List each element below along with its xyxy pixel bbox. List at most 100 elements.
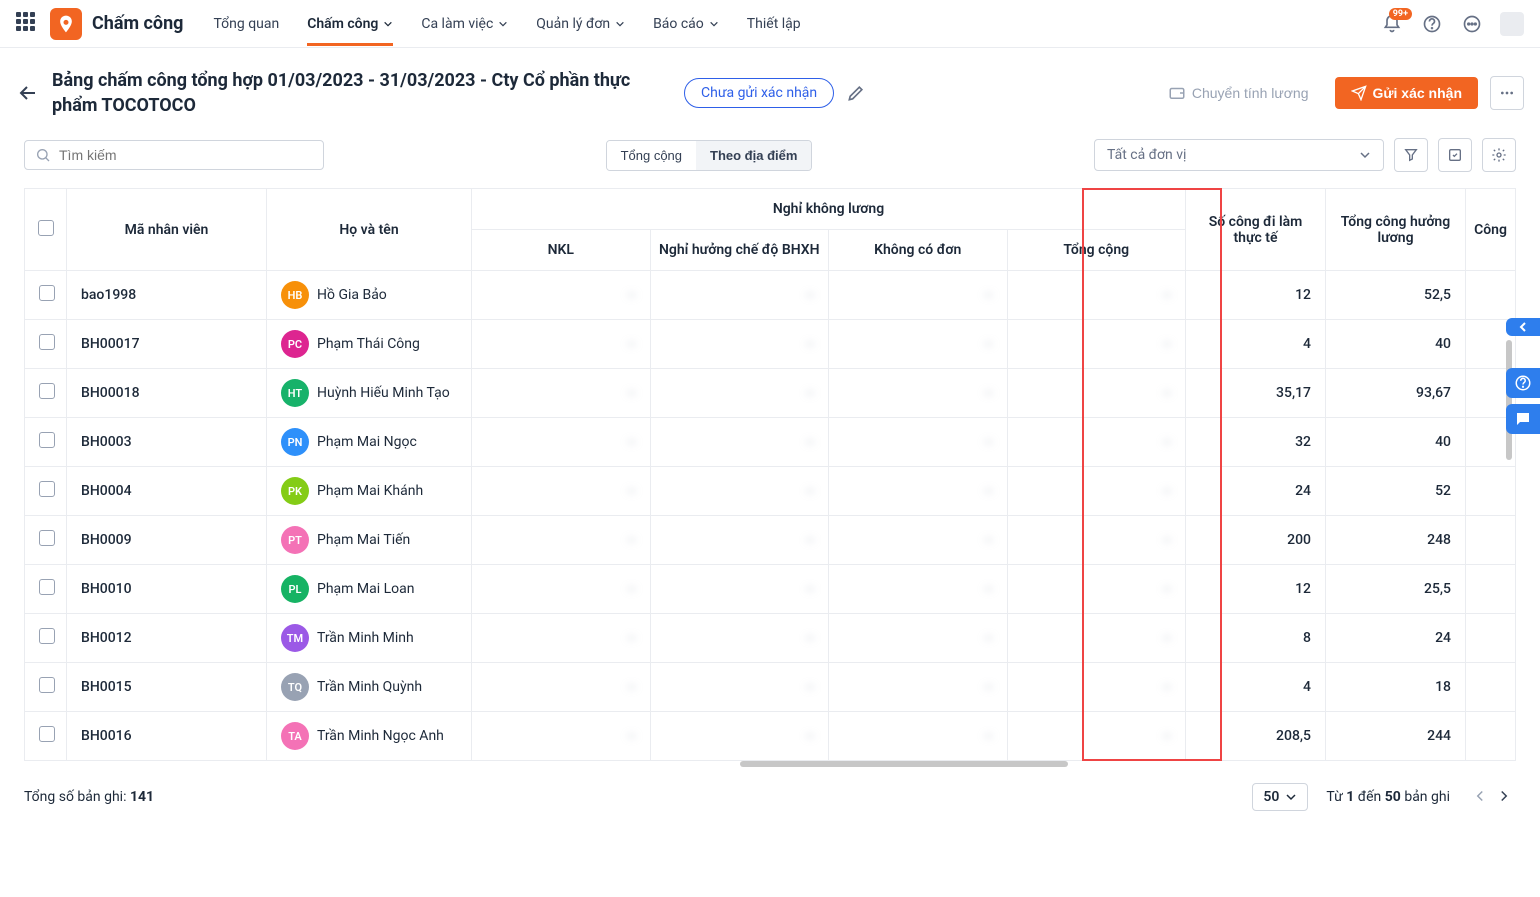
nav-overview[interactable]: Tổng quan: [213, 2, 279, 46]
row-checkbox[interactable]: [39, 677, 55, 693]
send-confirm-button[interactable]: Gửi xác nhận: [1335, 77, 1479, 109]
header-bhxh: Nghỉ hưởng chế độ BHXH: [650, 230, 829, 271]
avatar[interactable]: [1500, 12, 1524, 36]
table-row[interactable]: BH0015 TQ Trần Minh Quỳnh -- -- -- -- 4 …: [25, 663, 1516, 712]
row-checkbox-cell: [25, 418, 67, 467]
side-chat-button[interactable]: [1506, 404, 1540, 434]
bhxh-cell: --: [650, 565, 829, 614]
next-page-button[interactable]: [1492, 785, 1516, 809]
page-size-select[interactable]: 50: [1252, 783, 1308, 811]
row-checkbox-cell: [25, 614, 67, 663]
row-checkbox[interactable]: [39, 383, 55, 399]
row-checkbox[interactable]: [39, 628, 55, 644]
row-checkbox[interactable]: [39, 726, 55, 742]
table-row[interactable]: BH00018 HT Huỳnh Hiếu Minh Tạo -- -- -- …: [25, 369, 1516, 418]
emp-name-cell: TM Trần Minh Minh: [267, 614, 472, 663]
unit-select[interactable]: Tất cả đơn vị: [1094, 139, 1384, 171]
table-row[interactable]: BH0012 TM Trần Minh Minh -- -- -- -- 8 2…: [25, 614, 1516, 663]
subtotal-cell: --: [1007, 271, 1186, 320]
nkl-cell: --: [472, 418, 651, 467]
subtotal-cell: --: [1007, 467, 1186, 516]
emp-name-cell: PT Phạm Mai Tiến: [267, 516, 472, 565]
no-request-cell: --: [829, 418, 1008, 467]
no-request-cell: --: [829, 271, 1008, 320]
nkl-cell: --: [472, 516, 651, 565]
paid-work-cell: 52: [1326, 467, 1466, 516]
nav-requests[interactable]: Quản lý đơn: [536, 2, 625, 46]
transfer-salary-button[interactable]: Chuyển tính lương: [1154, 76, 1323, 110]
chat-icon[interactable]: [1460, 12, 1484, 36]
paid-work-cell: 18: [1326, 663, 1466, 712]
table-row[interactable]: BH00017 PC Phạm Thái Công -- -- -- -- 4 …: [25, 320, 1516, 369]
row-checkbox[interactable]: [39, 481, 55, 497]
horizontal-scrollbar[interactable]: [24, 761, 1516, 769]
nav-timekeeping[interactable]: Chấm công: [307, 2, 393, 46]
table-row[interactable]: BH0010 PL Phạm Mai Loan -- -- -- -- 12 2…: [25, 565, 1516, 614]
actual-work-cell: 35,17: [1186, 369, 1326, 418]
nav-reports[interactable]: Báo cáo: [653, 2, 719, 46]
bhxh-cell: --: [650, 418, 829, 467]
row-checkbox-cell: [25, 565, 67, 614]
side-panel: [1506, 368, 1540, 440]
row-checkbox[interactable]: [39, 432, 55, 448]
side-help-button[interactable]: [1506, 368, 1540, 398]
tab-total[interactable]: Tổng cộng: [607, 141, 696, 170]
table-row[interactable]: BH0004 PK Phạm Mai Khánh -- -- -- -- 24 …: [25, 467, 1516, 516]
search-input-wrapper[interactable]: [24, 140, 324, 170]
avatar: HT: [281, 379, 309, 407]
emp-name: Phạm Mai Khánh: [317, 483, 423, 499]
top-nav: Chấm công Tổng quan Chấm công Ca làm việ…: [0, 0, 1540, 48]
avatar: TM: [281, 624, 309, 652]
app-logo[interactable]: [50, 8, 82, 40]
avatar: PT: [281, 526, 309, 554]
no-request-cell: --: [829, 614, 1008, 663]
emp-name: Phạm Mai Tiến: [317, 532, 410, 548]
header-emp-name: Họ và tên: [267, 189, 472, 271]
export-button[interactable]: [1438, 138, 1472, 172]
row-checkbox[interactable]: [39, 334, 55, 350]
paid-work-cell: 93,67: [1326, 369, 1466, 418]
settings-button[interactable]: [1482, 138, 1516, 172]
emp-name: Trần Minh Quỳnh: [317, 679, 422, 695]
more-actions-button[interactable]: [1490, 76, 1524, 110]
button-label: Gửi xác nhận: [1373, 85, 1463, 101]
row-checkbox[interactable]: [39, 530, 55, 546]
notification-badge: 99+: [1389, 8, 1412, 20]
nav-shifts[interactable]: Ca làm việc: [421, 2, 508, 46]
emp-code-cell: BH0009: [67, 516, 267, 565]
actual-work-cell: 12: [1186, 565, 1326, 614]
table-row[interactable]: BH0016 TA Trần Minh Ngọc Anh -- -- -- --…: [25, 712, 1516, 761]
bhxh-cell: --: [650, 320, 829, 369]
prev-page-button[interactable]: [1468, 785, 1492, 809]
row-checkbox[interactable]: [39, 579, 55, 595]
row-checkbox[interactable]: [39, 285, 55, 301]
table-row[interactable]: BH0009 PT Phạm Mai Tiến -- -- -- -- 200 …: [25, 516, 1516, 565]
avatar: PC: [281, 330, 309, 358]
filter-button[interactable]: [1394, 138, 1428, 172]
table-container: Mã nhân viên Họ và tên Nghỉ không lương …: [0, 188, 1540, 761]
nav-label: Ca làm việc: [421, 16, 493, 32]
notification-bell-icon[interactable]: 99+: [1380, 12, 1404, 36]
subtotal-cell: --: [1007, 663, 1186, 712]
emp-name-cell: TQ Trần Minh Quỳnh: [267, 663, 472, 712]
table-row[interactable]: BH0003 PN Phạm Mai Ngọc -- -- -- -- 32 4…: [25, 418, 1516, 467]
header-nkl: NKL: [472, 230, 651, 271]
tab-by-location[interactable]: Theo địa điểm: [696, 141, 811, 170]
select-all-checkbox[interactable]: [38, 220, 54, 236]
back-arrow-icon[interactable]: [16, 81, 40, 105]
side-collapse-button[interactable]: [1506, 318, 1540, 336]
table-row[interactable]: bao1998 HB Hồ Gia Bảo -- -- -- -- 12 52,…: [25, 271, 1516, 320]
search-input[interactable]: [59, 147, 313, 163]
nkl-cell: --: [472, 663, 651, 712]
row-checkbox-cell: [25, 467, 67, 516]
help-icon[interactable]: [1420, 12, 1444, 36]
apps-grid-icon[interactable]: [16, 12, 40, 36]
nav-settings[interactable]: Thiết lập: [747, 2, 801, 46]
wallet-icon: [1168, 84, 1186, 102]
no-request-cell: --: [829, 516, 1008, 565]
emp-code-cell: BH0004: [67, 467, 267, 516]
edit-icon[interactable]: [846, 83, 866, 103]
emp-code-cell: bao1998: [67, 271, 267, 320]
emp-name: Phạm Mai Loan: [317, 581, 415, 597]
avatar: PK: [281, 477, 309, 505]
